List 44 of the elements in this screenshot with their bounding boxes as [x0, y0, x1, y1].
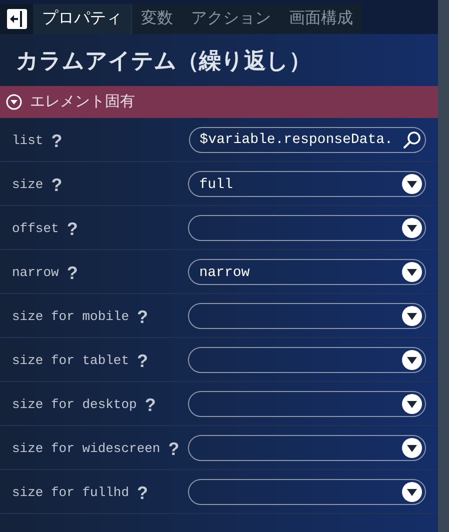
- section-header[interactable]: エレメント固有: [0, 86, 438, 118]
- dropdown-caret-icon[interactable]: [402, 350, 422, 370]
- select-field[interactable]: narrow: [188, 259, 426, 285]
- tab[interactable]: プロパティ: [33, 4, 132, 34]
- collapse-panel-icon: [6, 8, 28, 30]
- help-icon[interactable]: ?: [144, 396, 156, 414]
- field-label: size: [12, 176, 44, 194]
- select-field[interactable]: [188, 479, 426, 505]
- help-icon[interactable]: ?: [51, 132, 62, 150]
- field-label: narrow: [12, 264, 59, 282]
- dropdown-caret-icon[interactable]: [402, 394, 422, 414]
- field-label: size for fullhd: [12, 484, 130, 502]
- dropdown-caret-icon[interactable]: [402, 218, 422, 238]
- help-icon[interactable]: ?: [51, 176, 62, 194]
- search-icon[interactable]: [403, 131, 421, 149]
- field-label: size for widescreen: [12, 440, 160, 458]
- select-field[interactable]: [188, 391, 426, 417]
- field-label: list: [12, 132, 44, 150]
- dropdown-caret-icon[interactable]: [402, 306, 422, 326]
- help-icon[interactable]: ?: [137, 484, 148, 502]
- help-icon[interactable]: ?: [137, 308, 148, 326]
- select-field[interactable]: full: [188, 171, 426, 197]
- dropdown-caret-icon[interactable]: [402, 262, 422, 282]
- help-icon[interactable]: ?: [168, 440, 180, 458]
- scrollbar[interactable]: [438, 0, 449, 532]
- collapse-panel-button[interactable]: [0, 4, 33, 34]
- field-label: offset: [12, 220, 59, 238]
- panel-title: カラムアイテム（繰り返し）: [15, 46, 312, 74]
- help-icon[interactable]: ?: [66, 264, 78, 282]
- field-label: size for mobile: [12, 308, 130, 326]
- select-field[interactable]: [188, 347, 426, 373]
- section-title: エレメント固有: [30, 92, 135, 112]
- select-field[interactable]: [188, 303, 426, 329]
- field-label: size for desktop: [12, 396, 137, 414]
- dropdown-caret-icon[interactable]: [402, 482, 422, 502]
- collapse-icon[interactable]: [6, 94, 22, 110]
- help-icon[interactable]: ?: [66, 220, 78, 238]
- search-field[interactable]: $variable.responseData.: [188, 127, 426, 153]
- dropdown-caret-icon[interactable]: [402, 438, 422, 458]
- dropdown-caret-icon[interactable]: [402, 174, 422, 194]
- select-field[interactable]: [188, 215, 426, 241]
- field-label: size for tablet: [12, 352, 130, 370]
- help-icon[interactable]: ?: [137, 352, 148, 370]
- select-field[interactable]: [188, 435, 426, 461]
